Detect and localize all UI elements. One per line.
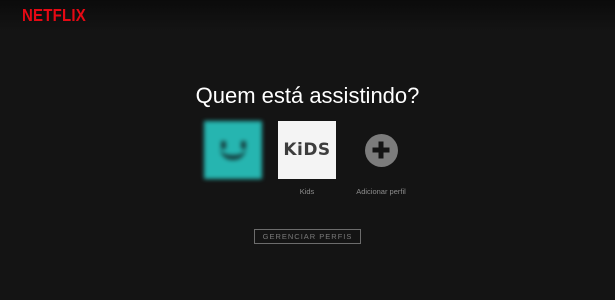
- smiley-avatar-icon[interactable]: [204, 121, 262, 179]
- netflix-logo[interactable]: NETFLIX: [22, 6, 86, 26]
- kids-avatar[interactable]: KiDS: [278, 121, 336, 179]
- add-profile-tile[interactable]: [352, 121, 410, 179]
- kids-logo-text: KiDS: [283, 140, 331, 160]
- avatar-smile: [220, 148, 246, 160]
- manage-profiles-button[interactable]: GERENCIAR PERFIS: [254, 229, 361, 244]
- profile-item-kids[interactable]: KiDS Kids: [267, 121, 347, 196]
- profile-list: KiDS Kids Adicionar perfil: [0, 121, 615, 201]
- plus-circle-icon[interactable]: [364, 133, 398, 167]
- top-bar: NETFLIX: [0, 0, 615, 32]
- add-profile-item[interactable]: Adicionar perfil: [341, 121, 421, 196]
- profile-item-blurred[interactable]: [193, 121, 273, 187]
- page-title: Quem está assistindo?: [195, 83, 420, 108]
- profile-name-label: Kids: [299, 187, 315, 196]
- add-profile-label: Adicionar perfil: [356, 187, 406, 196]
